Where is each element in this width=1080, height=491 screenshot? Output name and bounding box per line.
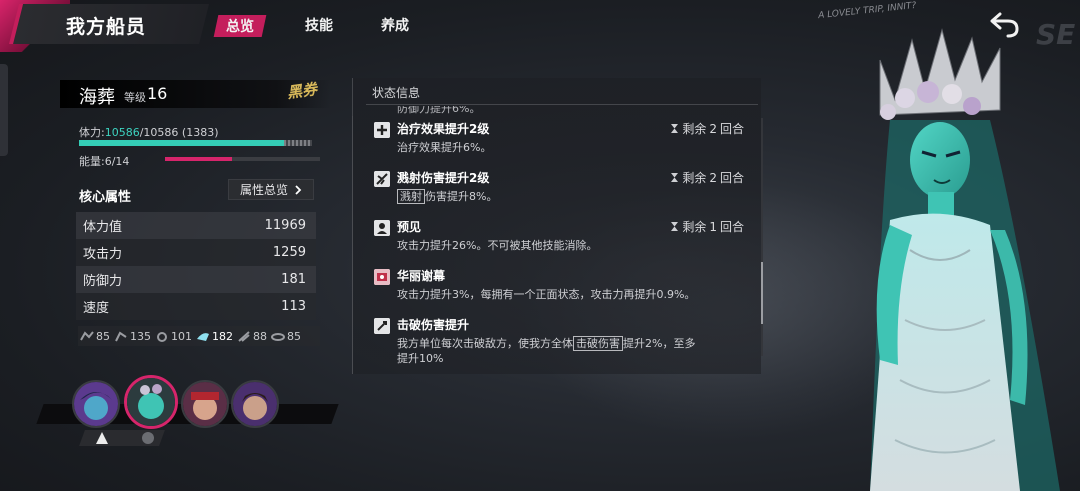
status-item[interactable]: 预见 攻击力提升26%。不可被其他技能消除。 剩余 1 回合 [372, 212, 748, 261]
mini-stat-icon-4 [197, 332, 209, 341]
side-drawer-handle[interactable] [0, 64, 8, 156]
attribute-row-defense: 防御力 181 [76, 266, 316, 293]
hp-bar [79, 140, 312, 146]
attribute-value: 181 [281, 272, 306, 287]
crew-portrait-4[interactable] [231, 380, 279, 428]
hp-rest: /10586 (1383) [139, 126, 219, 139]
mini-stat-icon-5 [238, 330, 250, 342]
token-inactive-icon[interactable] [140, 430, 156, 446]
attribute-table: 体力值 11969 攻击力 1259 防御力 181 速度 113 [76, 212, 316, 320]
mini-stat: 85 [80, 330, 110, 343]
mini-stat-highlight: 182 [196, 330, 233, 343]
attribute-overview-label: 属性总览 [239, 183, 288, 197]
attribute-label: 防御力 [83, 274, 123, 289]
chevron-right-icon [295, 184, 302, 195]
status-desc: 我方单位每次击破敌方，使我方全体 击破伤害 提升2%，至多 [397, 336, 696, 351]
status-name: 击破伤害提升 [397, 318, 470, 332]
attribute-label: 攻击力 [83, 247, 123, 262]
status-desc: 治疗效果提升6%。 [397, 141, 492, 154]
hp-bar-shield [284, 140, 312, 146]
level-value: 16 [147, 84, 168, 103]
character-name: 海葬 [79, 87, 115, 108]
status-turns: 剩余 1 回合 [670, 218, 744, 235]
badge-stamp: 黑券 [285, 79, 319, 102]
status-item[interactable]: 溅射伤害提升2级 溅射 伤害提升8%。 剩余 2 回合 [372, 163, 748, 212]
mini-stat-row: 85 135 101 182 88 85 [78, 326, 320, 346]
break-damage-icon [374, 318, 390, 334]
page-title: 我方船员 [66, 16, 147, 38]
mini-stat: 88 [237, 330, 267, 343]
hp-label: 体力: [79, 126, 105, 139]
status-list[interactable]: 防御力提升6%。 治疗效果提升2级 治疗效果提升6%。 剩余 2 回合 溅射伤害提升… [372, 106, 748, 374]
attribute-row-hp: 体力值 11969 [76, 212, 316, 239]
attribute-label: 体力值 [83, 220, 123, 235]
status-item[interactable]: 治疗效果提升2级 治疗效果提升6%。 剩余 2 回合 [372, 114, 748, 163]
hp-bar-fill [79, 140, 285, 146]
crew-portrait-2-selected[interactable] [124, 375, 178, 429]
attribute-row-speed: 速度 113 [76, 293, 316, 320]
attribute-value: 113 [281, 299, 306, 314]
attribute-overview-button[interactable]: 属性总览 [228, 179, 314, 200]
crew-avatar-4 [233, 382, 277, 426]
status-header-divider [366, 104, 758, 105]
status-name: 溅射伤害提升2级 [397, 171, 490, 185]
status-name: 华丽谢幕 [397, 269, 446, 283]
panel-divider [352, 116, 353, 374]
keyword-tag[interactable]: 击破伤害 [573, 336, 623, 351]
tab-growth[interactable]: 养成 [381, 15, 409, 35]
keyword-tag[interactable]: 溅射 [397, 189, 425, 204]
crew-avatar-3 [183, 382, 227, 426]
status-item[interactable]: 击破伤害提升 我方单位每次击破敌方，使我方全体 击破伤害 提升2%，至多 提升10% [372, 310, 748, 365]
energy-bar [165, 157, 320, 161]
energy-bar-fill [165, 157, 232, 161]
status-turns: 剩余 2 回合 [670, 169, 744, 186]
crew-avatar-2 [127, 378, 175, 426]
tab-skills[interactable]: 技能 [305, 15, 333, 35]
splash-damage-icon [374, 171, 390, 187]
hourglass-icon [671, 173, 679, 182]
hourglass-icon [671, 124, 679, 133]
heal-plus-icon [374, 122, 390, 138]
crew-portrait-1[interactable] [72, 380, 120, 428]
foresight-icon [374, 220, 390, 236]
mini-stat: 85 [271, 330, 301, 343]
status-desc: 攻击力提升26%。不可被其他技能消除。 [397, 239, 598, 252]
mini-stat-icon-2 [115, 331, 127, 341]
attribute-value: 11969 [264, 218, 306, 233]
status-name: 治疗效果提升2级 [397, 122, 490, 136]
status-desc-cut: 提升10% [397, 352, 444, 365]
mini-stat: 101 [155, 330, 192, 343]
energy-text: 能量:6/14 [79, 155, 130, 168]
status-item[interactable]: 华丽谢幕 攻击力提升3%，每拥有一个正面状态，攻击力再提升0.9%。 [372, 261, 748, 310]
status-desc: 攻击力提升3%，每拥有一个正面状态，攻击力再提升0.9%。 [397, 288, 696, 301]
status-header: 状态信息 [372, 86, 421, 100]
mini-stat-icon-6 [271, 332, 285, 341]
crew-portrait-3[interactable] [181, 380, 229, 428]
curtain-call-icon [374, 269, 390, 285]
hourglass-icon [671, 222, 679, 231]
hp-current: 10586 [104, 126, 140, 139]
status-desc: 溅射 伤害提升8%。 [397, 188, 497, 204]
mini-stat: 135 [114, 330, 151, 343]
status-name: 预见 [397, 220, 422, 234]
mini-stat-icon-3 [157, 331, 167, 342]
core-attributes-title: 核心属性 [79, 190, 132, 205]
status-scrollbar-thumb[interactable] [761, 262, 763, 324]
attribute-label: 速度 [83, 301, 110, 316]
status-turns: 剩余 2 回合 [670, 120, 744, 137]
tab-overview[interactable]: 总览 [213, 15, 267, 37]
status-cut-text: 防御力提升6%。 [397, 106, 481, 114]
crew-avatar-1 [74, 382, 118, 426]
character-illustration [870, 28, 1060, 491]
hp-text: 体力:10586/10586 (1383) [79, 124, 219, 140]
level-label: 等级 [124, 91, 146, 104]
attribute-row-attack: 攻击力 1259 [76, 239, 316, 266]
token-active-icon[interactable] [94, 430, 110, 446]
mini-stat-icon-1 [80, 330, 94, 340]
attribute-value: 1259 [272, 245, 306, 260]
